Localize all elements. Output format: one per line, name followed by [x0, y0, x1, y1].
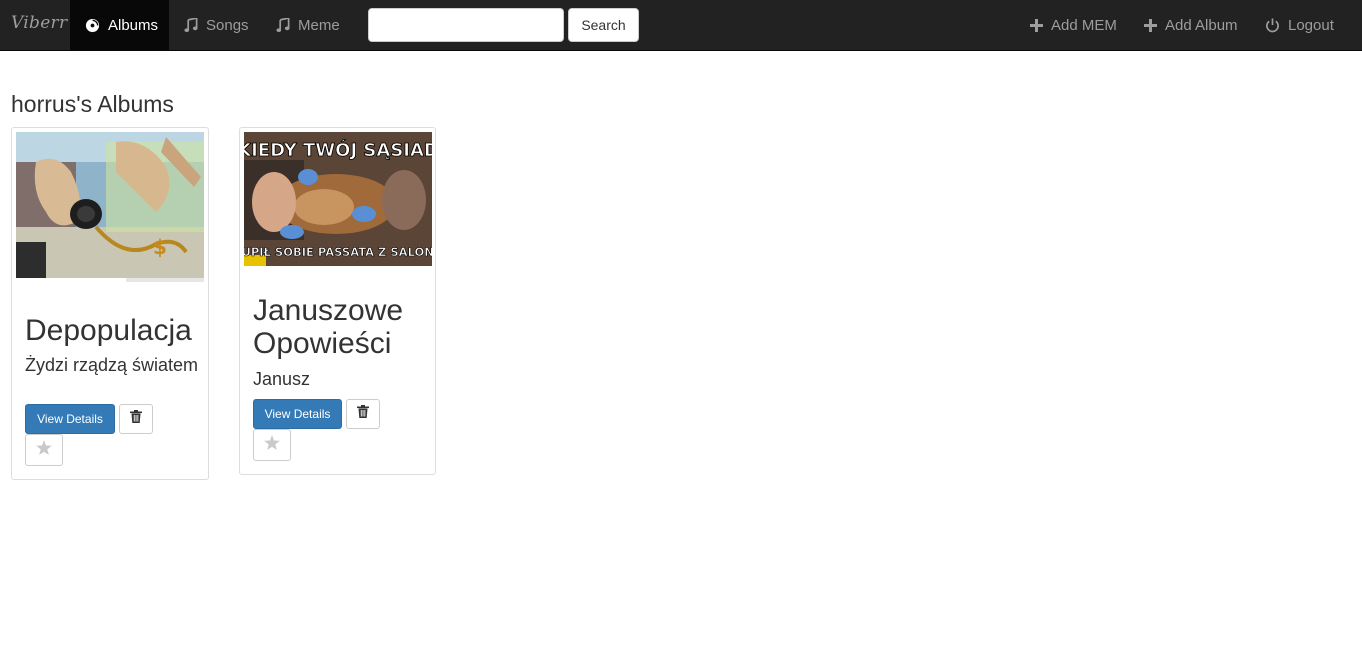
star-icon — [264, 435, 280, 455]
nav-meme[interactable]: Meme — [276, 0, 340, 50]
nav-albums[interactable]: Albums — [70, 0, 169, 50]
album-cover-image[interactable]: $ — [16, 132, 204, 291]
nav-logout-label: Logout — [1288, 16, 1334, 34]
album-title: Januszowe Opowieści — [253, 294, 404, 360]
meme-top-text: KIEDY TWÓJ SĄSIAD — [244, 139, 432, 161]
meme-bottom-text: KUPIŁ SOBIE PASSATA Z SALONU — [244, 245, 432, 259]
delete-album-button[interactable] — [346, 399, 380, 429]
favorite-button[interactable] — [253, 429, 291, 461]
trash-icon — [357, 405, 369, 423]
page-title: horrus's Albums — [11, 91, 174, 117]
nav-add-mem-label: Add MEM — [1051, 16, 1117, 34]
album-cover-image[interactable]: KIEDY TWÓJ SĄSIAD KUPIŁ SOBIE PASSATA Z … — [232, 132, 444, 271]
plus-icon — [1030, 18, 1043, 32]
search-button[interactable]: Search — [568, 8, 639, 42]
top-navbar: Viberr Albums Songs Meme Search Add MEM … — [0, 0, 1362, 51]
delete-album-button[interactable] — [119, 404, 153, 434]
music-note-icon — [276, 17, 290, 33]
view-details-button[interactable]: View Details — [253, 399, 342, 429]
search-input[interactable] — [368, 8, 564, 42]
brand-logo[interactable]: Viberr — [11, 13, 67, 33]
star-icon — [36, 440, 52, 460]
album-artist: Żydzi rządzą światem — [25, 355, 199, 375]
nav-add-mem[interactable]: Add MEM — [1030, 0, 1117, 50]
album-artist: Janusz — [253, 369, 311, 389]
nav-songs[interactable]: Songs — [184, 0, 249, 50]
nav-add-album[interactable]: Add Album — [1144, 0, 1238, 50]
power-icon — [1265, 17, 1280, 33]
nav-songs-label: Songs — [206, 16, 249, 34]
nav-logout[interactable]: Logout — [1265, 0, 1334, 50]
favorite-button[interactable] — [25, 434, 63, 466]
svg-text:$: $ — [153, 235, 167, 259]
plus-icon — [1144, 18, 1157, 32]
album-card: KIEDY TWÓJ SĄSIAD KUPIŁ SOBIE PASSATA Z … — [232, 127, 444, 475]
trash-icon — [130, 410, 142, 428]
view-details-button[interactable]: View Details — [25, 404, 115, 434]
album-card: $ Depopulacja Żydzi rządzą światem View … — [11, 127, 209, 480]
nav-add-album-label: Add Album — [1165, 16, 1238, 34]
nav-albums-label: Albums — [108, 16, 159, 34]
album-title: Depopulacja — [25, 314, 192, 347]
disc-icon — [85, 18, 100, 33]
music-note-icon — [184, 17, 198, 33]
nav-meme-label: Meme — [298, 16, 340, 34]
